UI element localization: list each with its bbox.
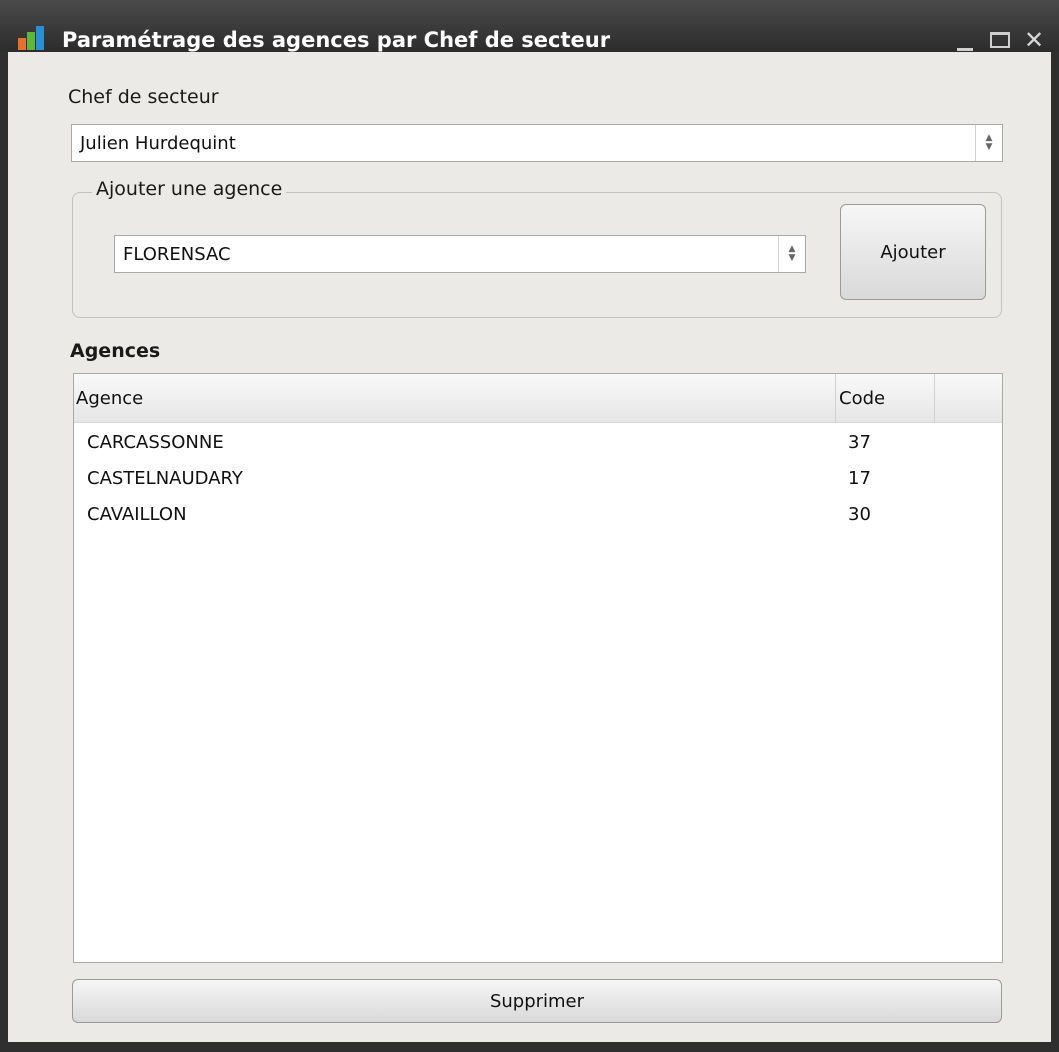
agences-heading: Agences [70,340,161,362]
column-divider [934,374,935,422]
ajouter-button[interactable]: Ajouter [840,204,986,300]
group-title: Ajouter une agence [92,178,287,200]
agence-select[interactable]: FLORENSAC ▲ ▼ [114,235,806,273]
bar-chart-app-icon [18,26,46,50]
cell-code: 30 [848,504,871,525]
up-down-arrows-icon[interactable]: ▲ ▼ [975,125,1002,161]
table-row[interactable]: CAVAILLON 30 [74,498,1002,534]
cell-agence: CASTELNAUDARY [87,468,243,489]
table-row[interactable]: CASTELNAUDARY 17 [74,462,1002,498]
column-divider [835,374,836,422]
column-header-agence[interactable]: Agence [76,388,143,409]
cell-code: 17 [848,468,871,489]
table-row[interactable]: CARCASSONNE 37 [74,426,1002,462]
chef-select-value: Julien Hurdequint [80,133,236,154]
close-icon[interactable]: ✕ [1024,28,1044,52]
up-down-arrows-icon[interactable]: ▲ ▼ [778,236,805,272]
column-header-code[interactable]: Code [839,388,885,409]
agences-table[interactable]: Agence Code CARCASSONNE 37 CASTELNAUDARY… [73,373,1003,963]
chef-select[interactable]: Julien Hurdequint ▲ ▼ [71,124,1003,162]
minimize-icon[interactable] [957,48,973,51]
application-window: Paramétrage des agences par Chef de sect… [0,0,1059,1052]
chef-label: Chef de secteur [68,86,219,108]
window-title: Paramétrage des agences par Chef de sect… [62,28,611,52]
title-bar[interactable]: Paramétrage des agences par Chef de sect… [0,0,1059,52]
cell-code: 37 [848,432,871,453]
dialog-content: Chef de secteur Julien Hurdequint ▲ ▼ Ajo… [8,52,1051,1042]
agence-select-value: FLORENSAC [123,244,231,265]
table-header: Agence Code [74,374,1002,423]
maximize-icon[interactable] [990,32,1010,48]
cell-agence: CAVAILLON [87,504,187,525]
supprimer-button[interactable]: Supprimer [72,979,1002,1023]
cell-agence: CARCASSONNE [87,432,224,453]
